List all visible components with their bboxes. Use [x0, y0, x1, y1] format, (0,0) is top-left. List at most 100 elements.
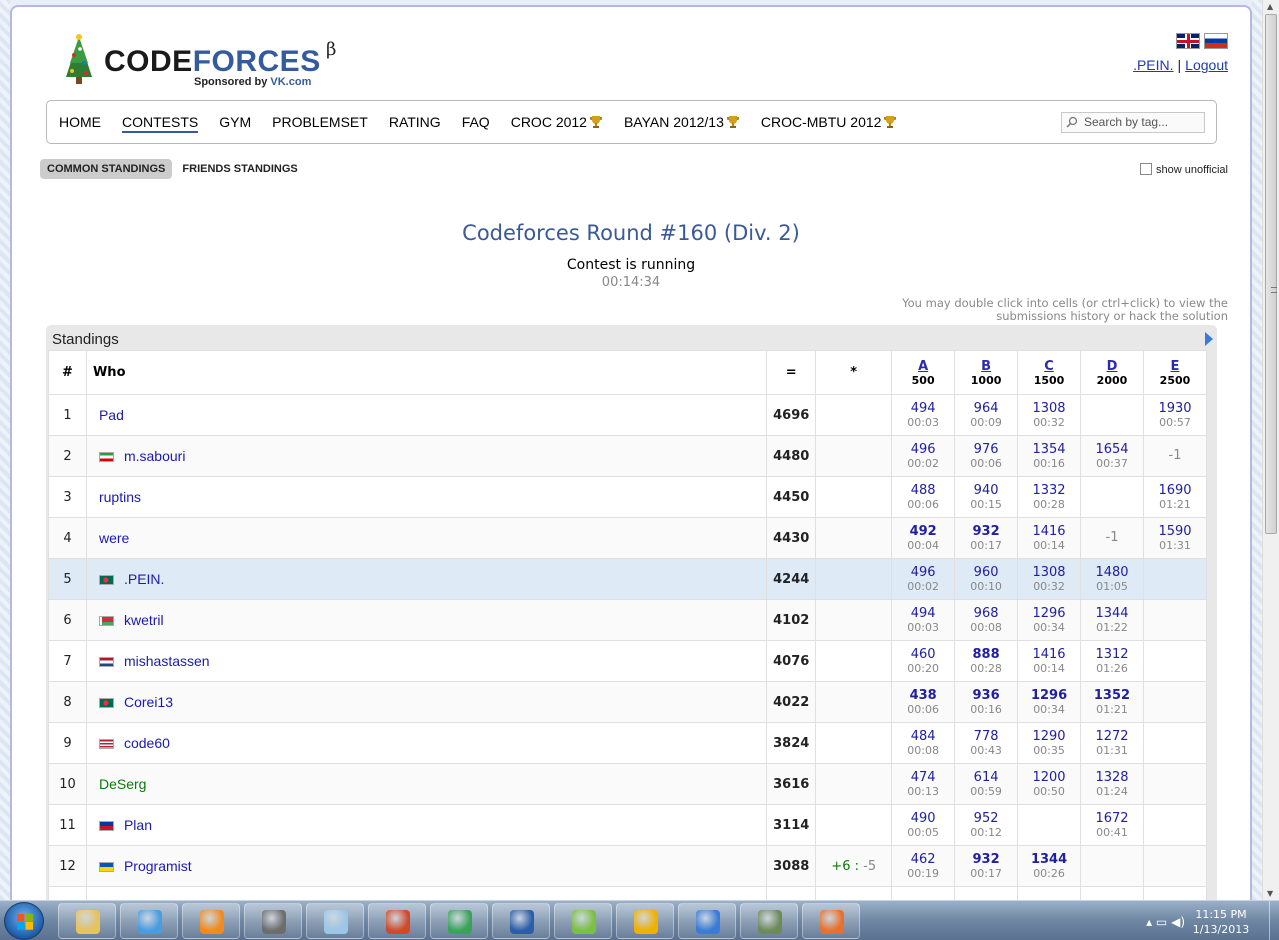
taskbar-app-office[interactable]: [368, 903, 426, 939]
menu-item-home[interactable]: HOME: [59, 114, 101, 130]
participant-handle[interactable]: Plan: [124, 817, 152, 833]
taskbar-app-fruit[interactable]: [554, 903, 612, 939]
problem-cell[interactable]: [1080, 845, 1144, 887]
problem-cell[interactable]: 1416 00:14: [1017, 517, 1082, 559]
participant-handle[interactable]: DeSerg: [99, 776, 146, 792]
hacks-cell[interactable]: [815, 517, 893, 559]
russian-flag-icon[interactable]: [1204, 33, 1228, 49]
taskbar-app-firefox[interactable]: [802, 903, 860, 939]
problem-cell[interactable]: [1142, 558, 1208, 600]
hacks-cell[interactable]: [815, 435, 893, 477]
problem-cell[interactable]: 460 00:20: [891, 640, 956, 682]
problem-cell[interactable]: 474 00:13: [891, 763, 956, 805]
hacks-cell[interactable]: [815, 476, 893, 518]
problem-cell[interactable]: [1142, 640, 1208, 682]
problem-d-link[interactable]: D: [1107, 359, 1118, 374]
taskbar-app-download[interactable]: [616, 903, 674, 939]
show-desktop-button[interactable]: [1269, 901, 1279, 940]
problem-cell[interactable]: 1354 00:16: [1017, 435, 1082, 477]
taskbar-app-q[interactable]: [678, 903, 736, 939]
taskbar-app-sphere[interactable]: [244, 903, 302, 939]
tab-common-standings[interactable]: COMMON STANDINGS: [40, 159, 173, 179]
problem-cell[interactable]: 1296 00:34: [1017, 681, 1082, 723]
participant-handle[interactable]: Programist: [124, 858, 192, 874]
problem-cell[interactable]: 1308 00:32: [1017, 558, 1082, 600]
menu-item-faq[interactable]: FAQ: [462, 114, 490, 130]
problem-cell[interactable]: 940 00:15: [954, 476, 1019, 518]
problem-cell[interactable]: 488 00:06: [891, 476, 956, 518]
problem-cell[interactable]: 1930 00:57: [1142, 394, 1208, 436]
hacks-cell[interactable]: [815, 804, 893, 846]
participant-handle[interactable]: .PEIN.: [124, 571, 164, 587]
problem-cell[interactable]: 968 00:08: [954, 599, 1019, 641]
problem-c-link[interactable]: C: [1044, 359, 1054, 374]
problem-e-link[interactable]: E: [1171, 359, 1180, 374]
problem-cell[interactable]: 1300: [1080, 886, 1144, 900]
scroll-down-icon[interactable]: ▼: [1267, 889, 1273, 898]
problem-cell[interactable]: 1332 00:28: [1017, 476, 1082, 518]
problem-cell[interactable]: 1200 00:50: [1017, 763, 1082, 805]
participant-handle[interactable]: Corei13: [124, 694, 173, 710]
problem-cell[interactable]: 1312 01:26: [1080, 640, 1144, 682]
menu-item-contests[interactable]: CONTESTS: [122, 114, 199, 133]
problem-cell[interactable]: 484 00:08: [891, 722, 956, 764]
problem-cell[interactable]: 1272 01:31: [1080, 722, 1144, 764]
problem-cell[interactable]: 494 00:03: [891, 599, 956, 641]
problem-cell[interactable]: 1272: [1017, 886, 1082, 900]
problem-cell[interactable]: 496 00:02: [891, 558, 956, 600]
problem-cell[interactable]: 888 00:28: [954, 640, 1019, 682]
problem-cell[interactable]: [1080, 394, 1144, 436]
taskbar-app-notepad[interactable]: [306, 903, 364, 939]
menu-item-gym[interactable]: GYM: [219, 114, 251, 130]
problem-cell[interactable]: [1017, 804, 1082, 846]
problem-cell[interactable]: 1654 00:37: [1080, 435, 1144, 477]
problem-cell[interactable]: 494 00:03: [891, 394, 956, 436]
problem-cell[interactable]: 1308 00:32: [1017, 394, 1082, 436]
problem-cell[interactable]: [1142, 804, 1208, 846]
hacks-cell[interactable]: [815, 763, 893, 805]
problem-cell[interactable]: 976 00:06: [954, 435, 1019, 477]
menu-item-rating[interactable]: RATING: [389, 114, 441, 130]
problem-cell[interactable]: [1142, 886, 1208, 900]
show-unofficial-toggle[interactable]: show unofficial: [1140, 163, 1228, 176]
tag-search-input[interactable]: Search by tag...: [1061, 112, 1205, 133]
hacks-cell[interactable]: [815, 394, 893, 436]
taskbar-app-word[interactable]: [492, 903, 550, 939]
problem-cell[interactable]: 932 00:17: [954, 517, 1019, 559]
hacks-cell[interactable]: [815, 558, 893, 600]
problem-cell[interactable]: [1080, 476, 1144, 518]
tab-friends-standings[interactable]: FRIENDS STANDINGS: [175, 159, 304, 179]
problem-cell[interactable]: 952 00:12: [954, 804, 1019, 846]
codeforces-logo[interactable]: CODEFORCES β Sponsored by VK.com: [62, 31, 362, 91]
vertical-scrollbar[interactable]: ▲ ▼: [1262, 0, 1279, 900]
hacks-cell[interactable]: [815, 599, 893, 641]
taskbar-app-chrome[interactable]: [430, 903, 488, 939]
problem-cell[interactable]: 1344 01:22: [1080, 599, 1144, 641]
logout-link[interactable]: Logout: [1185, 57, 1228, 73]
problem-cell[interactable]: 1290 00:35: [1017, 722, 1082, 764]
problem-cell[interactable]: 936 00:16: [954, 681, 1019, 723]
start-button[interactable]: [4, 902, 44, 940]
problem-cell[interactable]: 960 00:10: [954, 558, 1019, 600]
problem-cell[interactable]: 778 00:43: [954, 722, 1019, 764]
problem-cell[interactable]: 462 00:19: [891, 845, 956, 887]
profile-link[interactable]: .PEIN.: [1133, 57, 1173, 73]
hacks-cell[interactable]: [815, 886, 893, 900]
participant-handle[interactable]: Pad: [99, 407, 124, 423]
problem-cell[interactable]: 1672 00:41: [1080, 804, 1144, 846]
problem-cell[interactable]: 1480 01:05: [1080, 558, 1144, 600]
problem-cell[interactable]: 1590 01:31: [1142, 517, 1208, 559]
problem-a-link[interactable]: A: [918, 359, 928, 374]
expand-arrow-icon[interactable]: [1205, 332, 1213, 346]
problem-cell[interactable]: -1: [1080, 517, 1144, 559]
participant-handle[interactable]: m.sabouri: [124, 448, 185, 464]
menu-item-bayan[interactable]: BAYAN 2012/13: [624, 114, 740, 130]
problem-cell[interactable]: 932 00:17: [954, 845, 1019, 887]
problem-cell[interactable]: [1142, 845, 1208, 887]
problem-cell[interactable]: 1296 00:34: [1017, 599, 1082, 641]
menu-item-croc-2012[interactable]: CROC 2012: [511, 114, 603, 130]
hacks-cell[interactable]: [815, 722, 893, 764]
problem-cell[interactable]: 496 00:02: [891, 435, 956, 477]
hacks-cell[interactable]: +6 : -5: [815, 845, 893, 887]
show-unofficial-checkbox[interactable]: [1140, 163, 1153, 175]
